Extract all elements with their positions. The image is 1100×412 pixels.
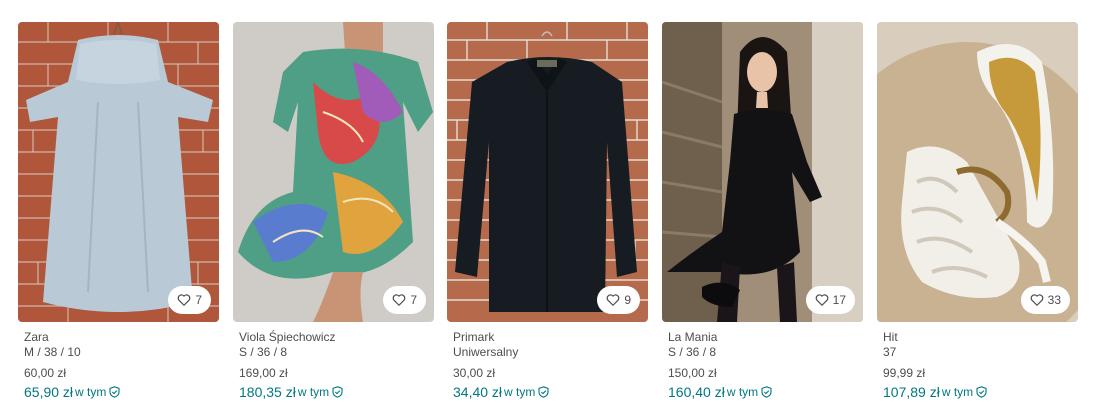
buyer-protection-price[interactable]: 160,40 zł w tym [668, 383, 863, 400]
item-total-price: 180,35 zł [239, 383, 296, 400]
item-image-light-blue-dress [18, 22, 219, 322]
item-price: 30,00 zł [453, 366, 496, 380]
item-card[interactable]: 33 Hit 37 99,99 zł 107,89 zł w tym [877, 22, 1078, 400]
favourite-button[interactable]: 17 [805, 286, 855, 314]
heart-outline-icon [815, 294, 828, 306]
shield-check-icon [976, 385, 987, 398]
item-price: 169,00 zł [239, 366, 288, 380]
item-photo[interactable]: 17 [662, 22, 863, 322]
item-card[interactable]: 9 Primark Uniwersalny 30,00 zł 34,40 zł … [447, 22, 648, 400]
buyer-protection-price[interactable]: 65,90 zł w tym [24, 383, 219, 400]
heart-outline-icon [1030, 294, 1043, 306]
item-total-price: 107,89 zł [883, 383, 940, 400]
includes-label: w tym [504, 384, 536, 399]
buyer-protection-price[interactable]: 107,89 zł w tym [883, 383, 1078, 400]
item-image-white-wedge-sandals [877, 22, 1078, 322]
item-card[interactable]: 17 La Mania S / 36 / 8 150,00 zł 160,40 … [662, 22, 863, 400]
item-image-black-dress-model [662, 22, 863, 322]
item-grid: 7 Zara M / 38 / 10 60,00 zł 65,90 zł w t… [0, 0, 1100, 412]
item-card[interactable]: 7 Zara M / 38 / 10 60,00 zł 65,90 zł w t… [18, 22, 219, 400]
shield-check-icon [109, 385, 120, 398]
shield-check-icon [761, 385, 772, 398]
favourite-count: 9 [624, 293, 631, 307]
item-photo[interactable]: 7 [18, 22, 219, 322]
favourite-count: 17 [832, 293, 846, 307]
item-brand[interactable]: Hit [883, 330, 1078, 345]
heart-outline-icon [178, 294, 191, 306]
shield-check-icon [332, 385, 343, 398]
favourite-button[interactable]: 33 [1020, 286, 1070, 314]
item-brand[interactable]: Primark [453, 330, 648, 345]
item-size: 37 [883, 345, 897, 359]
heart-outline-icon [393, 294, 406, 306]
item-total-price: 160,40 zł [668, 383, 725, 400]
item-total-price: 65,90 zł [24, 383, 74, 400]
item-photo[interactable]: 7 [233, 22, 434, 322]
includes-label: w tym [726, 384, 759, 399]
item-brand[interactable]: La Mania [668, 330, 863, 345]
favourite-button[interactable]: 7 [168, 286, 211, 314]
buyer-protection-price[interactable]: 34,40 zł w tym [453, 383, 648, 400]
shield-check-icon [538, 385, 549, 398]
item-price: 99,99 zł [883, 366, 926, 380]
item-card[interactable]: 7 Viola Śpiechowicz S / 36 / 8 169,00 zł… [233, 22, 434, 400]
buyer-protection-price[interactable]: 180,35 zł w tym [239, 383, 434, 400]
favourite-count: 7 [195, 293, 202, 307]
item-price: 150,00 zł [668, 366, 717, 380]
item-brand[interactable]: Viola Śpiechowicz [239, 330, 434, 345]
heart-outline-icon [607, 294, 620, 306]
item-size: Uniwersalny [453, 345, 519, 359]
includes-label: w tym [75, 384, 107, 399]
favourite-button[interactable]: 9 [597, 286, 640, 314]
item-size: S / 36 / 8 [239, 345, 288, 359]
item-image-black-shirt [447, 22, 648, 322]
item-total-price: 34,40 zł [453, 383, 503, 400]
includes-label: w tym [941, 384, 974, 399]
favourite-count: 33 [1047, 293, 1061, 307]
item-size: M / 38 / 10 [24, 345, 81, 359]
item-price: 60,00 zł [24, 366, 67, 380]
favourite-button[interactable]: 7 [383, 286, 426, 314]
favourite-count: 7 [410, 293, 417, 307]
includes-label: w tym [297, 384, 330, 399]
item-brand[interactable]: Zara [24, 330, 219, 345]
item-image-multicolor-dress [233, 22, 434, 322]
item-size: S / 36 / 8 [668, 345, 717, 359]
item-photo[interactable]: 9 [447, 22, 648, 322]
item-photo[interactable]: 33 [877, 22, 1078, 322]
